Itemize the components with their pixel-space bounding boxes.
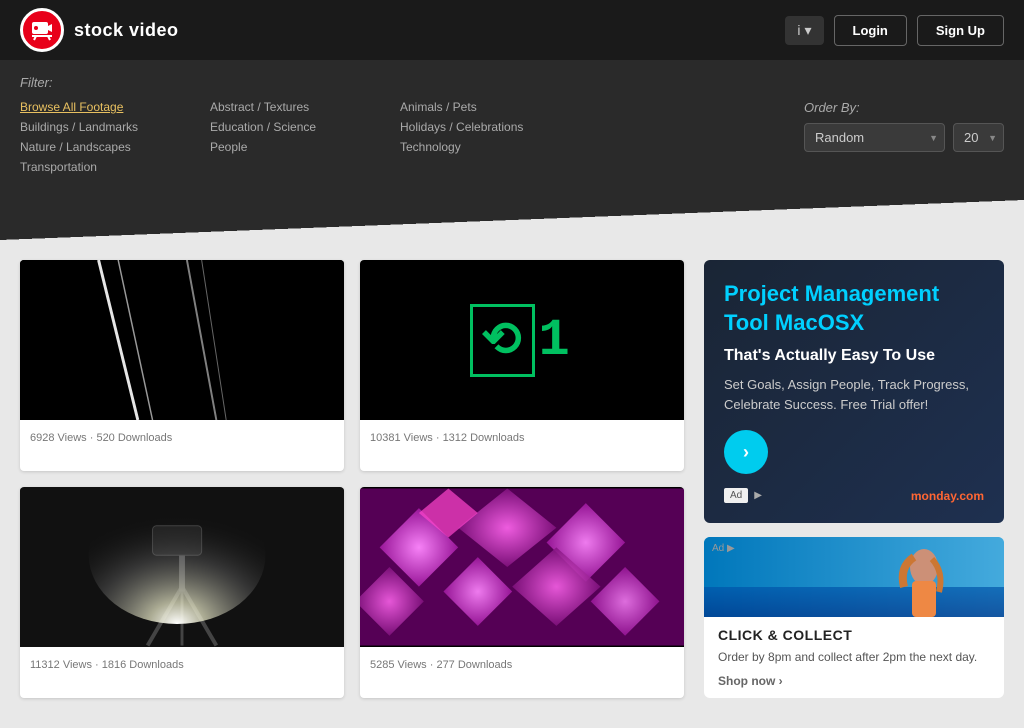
filter-label: Filter: xyxy=(20,75,1004,90)
countdown-left: ⟲ xyxy=(470,304,534,377)
filter-abstract[interactable]: Abstract / Textures xyxy=(210,100,370,114)
ad2-illustration xyxy=(704,537,1004,617)
ad-why[interactable]: ▶ xyxy=(754,490,762,501)
logo-area: stock video xyxy=(20,8,179,52)
ad-body-1: Set Goals, Assign People, Track Progress… xyxy=(724,375,984,414)
video-grid: 6928 Views · 520 Downloads ⟲ 1 10381 Vie… xyxy=(20,260,684,698)
filter-nature[interactable]: Nature / Landscapes xyxy=(20,140,180,154)
sort-select-wrapper: Random Most Viewed Most Downloaded Newes… xyxy=(804,123,945,152)
filter-bar: Filter: Browse All Footage Buildings / L… xyxy=(0,60,1024,200)
filter-col-2: Abstract / Textures Education / Science … xyxy=(210,100,370,180)
filter-people[interactable]: People xyxy=(210,140,370,154)
diagonal-divider xyxy=(0,200,1024,240)
video-stats-2: 10381 Views · 1312 Downloads xyxy=(370,432,525,444)
logo-text: stock video xyxy=(74,20,179,41)
filter-education[interactable]: Education / Science xyxy=(210,120,370,134)
info-button[interactable]: i ▾ xyxy=(785,16,823,45)
order-controls: Random Most Viewed Most Downloaded Newes… xyxy=(804,123,1004,152)
ad-cta-arrow-1: › xyxy=(743,442,749,463)
filter-links-area: Browse All Footage Buildings / Landmarks… xyxy=(20,100,804,180)
filter-holidays[interactable]: Holidays / Celebrations xyxy=(400,120,560,134)
filter-technology[interactable]: Technology xyxy=(400,140,560,154)
header: stock video i ▾ Login Sign Up xyxy=(0,0,1024,60)
video-stats-3: 11312 Views · 1816 Downloads xyxy=(30,659,184,671)
sort-select[interactable]: Random Most Viewed Most Downloaded Newes… xyxy=(804,123,945,152)
video-thumb-1 xyxy=(20,260,344,420)
ad-block-1: Project Management Tool MacOSX That's Ac… xyxy=(704,260,1004,523)
header-right: i ▾ Login Sign Up xyxy=(785,15,1004,46)
filter-browse-all[interactable]: Browse All Footage xyxy=(20,100,180,114)
ad-label: Ad xyxy=(724,488,748,503)
filter-row: Browse All Footage Buildings / Landmarks… xyxy=(20,100,1004,180)
sidebar: Project Management Tool MacOSX That's Ac… xyxy=(704,260,1004,698)
ad-block-2: ✕ Ad ▶ xyxy=(704,537,1004,698)
video-thumb-4 xyxy=(360,487,684,647)
countdown-display: ⟲ 1 xyxy=(470,304,573,377)
video-card-1[interactable]: 6928 Views · 520 Downloads xyxy=(20,260,344,471)
filter-transportation[interactable]: Transportation xyxy=(20,160,180,174)
filter-col-3: Animals / Pets Holidays / Celebrations T… xyxy=(400,100,560,180)
video-card-3[interactable]: 11312 Views · 1816 Downloads xyxy=(20,487,344,698)
login-button[interactable]: Login xyxy=(834,15,907,46)
video-thumb-2: ⟲ 1 xyxy=(360,260,684,420)
ad-footer-1: Ad ▶ monday.com xyxy=(724,488,984,503)
ad-subtitle-1: That's Actually Easy To Use xyxy=(724,347,984,365)
ad2-content: CLICK & COLLECT Order by 8pm and collect… xyxy=(704,617,1004,698)
count-select[interactable]: 10 20 40 60 xyxy=(953,123,1004,152)
video-card-2[interactable]: ⟲ 1 10381 Views · 1312 Downloads xyxy=(360,260,684,471)
logo-icon xyxy=(20,8,64,52)
video-thumb-3 xyxy=(20,487,344,647)
video-stats-1: 6928 Views · 520 Downloads xyxy=(30,432,172,444)
video-stats-4: 5285 Views · 277 Downloads xyxy=(370,659,512,671)
ad2-ad-label: Ad ▶ xyxy=(712,543,735,554)
video-card-4[interactable]: 5285 Views · 277 Downloads xyxy=(360,487,684,698)
ad2-title: CLICK & COLLECT xyxy=(718,627,990,643)
video-info-2: 10381 Views · 1312 Downloads xyxy=(360,420,684,454)
countdown-bg: ⟲ 1 xyxy=(360,260,684,420)
filter-col-1: Browse All Footage Buildings / Landmarks… xyxy=(20,100,180,180)
ad-brand-1: monday.com xyxy=(911,489,984,503)
countdown-number: 1 xyxy=(539,311,574,370)
order-label: Order By: xyxy=(804,100,1004,115)
signup-button[interactable]: Sign Up xyxy=(917,15,1004,46)
ad-badges: Ad ▶ xyxy=(724,488,762,503)
count-select-wrapper: 10 20 40 60 xyxy=(953,123,1004,152)
ad2-body: Order by 8pm and collect after 2pm the n… xyxy=(718,649,990,666)
light-beams-visual xyxy=(20,260,344,420)
ad-title-1: Project Management Tool MacOSX xyxy=(724,280,984,337)
order-section: Order By: Random Most Viewed Most Downlo… xyxy=(804,100,1004,152)
ad2-cta[interactable]: Shop now › xyxy=(718,674,990,688)
video-info-4: 5285 Views · 277 Downloads xyxy=(360,647,684,681)
filter-buildings[interactable]: Buildings / Landmarks xyxy=(20,120,180,134)
main-content: 6928 Views · 520 Downloads ⟲ 1 10381 Vie… xyxy=(0,240,1024,728)
video-info-3: 11312 Views · 1816 Downloads xyxy=(20,647,344,681)
video-info-1: 6928 Views · 520 Downloads xyxy=(20,420,344,454)
filter-animals[interactable]: Animals / Pets xyxy=(400,100,560,114)
crystals-svg xyxy=(360,487,684,647)
studio-svg xyxy=(20,487,344,647)
ad2-image: Ad ▶ xyxy=(704,537,1004,617)
ad-cta-1[interactable]: › xyxy=(724,430,768,474)
